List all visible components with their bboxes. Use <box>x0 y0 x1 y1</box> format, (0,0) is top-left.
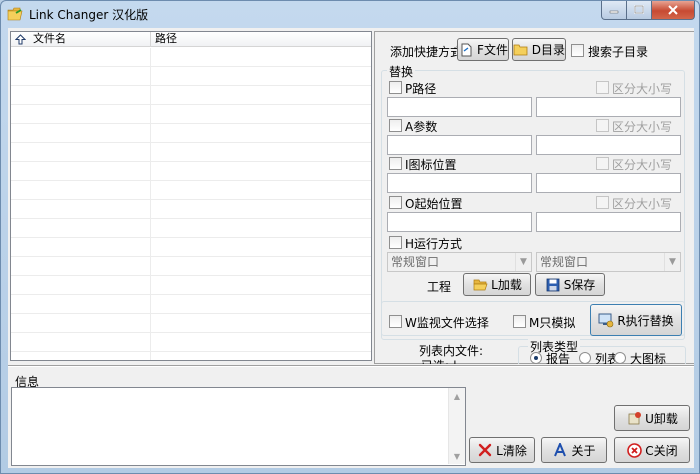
red-circle-x-icon <box>626 442 642 458</box>
run-mode-to-select[interactable]: 常规窗口 ▼ <box>536 252 681 272</box>
save-project-label: S保存 <box>563 278 596 292</box>
maximize-icon <box>634 5 644 14</box>
file-icon <box>458 42 474 58</box>
chevron-down-icon: ▼ <box>515 253 531 271</box>
app-folder-icon <box>7 7 23 21</box>
about-a-icon <box>552 442 568 458</box>
window-title: Link Changer 汉化版 <box>29 8 149 22</box>
add-shortcut-label: 添加快捷方式 <box>390 45 463 59</box>
start-location-case-checkbox[interactable] <box>596 196 609 209</box>
close-button[interactable]: C关闭 <box>614 437 690 463</box>
list-body[interactable] <box>11 48 371 360</box>
project-label: 工程 <box>427 280 452 294</box>
radio-list[interactable] <box>579 352 591 364</box>
red-x-icon <box>477 442 493 458</box>
close-label: C关闭 <box>645 443 678 458</box>
load-project-button[interactable]: L加载 <box>463 273 531 296</box>
info-scrollbar[interactable]: ▲ ▼ <box>448 388 465 464</box>
icon-location-label: I图标位置 <box>405 158 457 172</box>
args-replace-input[interactable] <box>536 135 681 155</box>
minimize-button[interactable] <box>601 1 627 20</box>
column-header-path[interactable]: 路径 <box>151 32 371 47</box>
run-mode-checkbox[interactable] <box>389 236 402 249</box>
search-subdirs-label: 搜索子目录 <box>588 45 649 59</box>
separator <box>8 365 694 367</box>
monitor-selection-checkbox[interactable] <box>389 315 402 328</box>
add-file-button[interactable]: F文件 <box>457 38 509 61</box>
sort-up-arrow-icon[interactable] <box>11 32 29 47</box>
search-subdirs-checkbox[interactable] <box>571 44 584 57</box>
icon-location-replace-input[interactable] <box>536 173 681 193</box>
clear-button[interactable]: L清除 <box>469 437 535 463</box>
path-find-input[interactable] <box>387 97 532 117</box>
args-checkbox[interactable] <box>389 119 402 132</box>
path-label: P路径 <box>405 82 437 96</box>
add-file-label: F文件 <box>477 43 508 57</box>
scroll-up-arrow-icon[interactable]: ▲ <box>449 388 465 404</box>
floppy-disk-icon <box>545 277 561 293</box>
monitor-execute-icon <box>598 312 614 328</box>
title-bar[interactable]: Link Changer 汉化版 <box>1 1 699 28</box>
close-icon <box>668 5 678 15</box>
replace-group-title: 替换 <box>387 63 416 80</box>
chevron-down-icon: ▼ <box>664 253 680 271</box>
radio-report[interactable] <box>530 352 542 364</box>
column-header-filename[interactable]: 文件名 <box>29 32 151 47</box>
start-location-find-input[interactable] <box>387 212 532 232</box>
list-header: 文件名 路径 <box>11 32 371 47</box>
close-window-button[interactable] <box>651 1 695 20</box>
scroll-down-arrow-icon[interactable]: ▼ <box>449 448 465 464</box>
start-location-label: O起始位置 <box>405 197 463 211</box>
icon-location-case-checkbox[interactable] <box>596 157 609 170</box>
execute-replace-button[interactable]: R执行替换 <box>590 304 682 336</box>
about-button[interactable]: 关于 <box>541 437 607 463</box>
args-label: A参数 <box>405 120 438 134</box>
save-project-button[interactable]: S保存 <box>535 273 605 296</box>
args-case-checkbox[interactable] <box>596 119 609 132</box>
run-mode-label: H运行方式 <box>405 237 463 251</box>
path-replace-input[interactable] <box>536 97 681 117</box>
uninstall-button[interactable]: U卸载 <box>614 405 690 431</box>
load-project-label: L加载 <box>491 278 522 292</box>
open-folder-icon <box>472 277 488 293</box>
add-directory-button[interactable]: D目录 <box>512 38 566 61</box>
radio-large-icon[interactable] <box>614 352 626 364</box>
run-mode-to-value: 常规窗口 <box>540 255 589 269</box>
start-location-checkbox[interactable] <box>389 196 402 209</box>
path-checkbox[interactable] <box>389 81 402 94</box>
about-label: 关于 <box>571 443 596 458</box>
minimize-icon <box>609 10 619 14</box>
run-mode-from-value: 常规窗口 <box>391 255 440 269</box>
icon-location-case-label: 区分大小写 <box>612 158 673 172</box>
args-find-input[interactable] <box>387 135 532 155</box>
run-mode-from-select[interactable]: 常规窗口 ▼ <box>387 252 532 272</box>
add-directory-label: D目录 <box>531 43 565 57</box>
args-case-label: 区分大小写 <box>612 120 673 134</box>
simulate-only-checkbox[interactable] <box>513 315 526 328</box>
icon-location-find-input[interactable] <box>387 173 532 193</box>
main-window: Link Changer 汉化版 文件名 路径 添加快捷方式 : F文件 D目录… <box>0 0 700 474</box>
path-case-checkbox[interactable] <box>596 81 609 94</box>
file-list[interactable]: 文件名 路径 <box>10 31 372 361</box>
uninstall-label: U卸载 <box>645 411 678 426</box>
icon-location-checkbox[interactable] <box>389 157 402 170</box>
info-textarea[interactable]: ▲ ▼ <box>11 387 466 466</box>
start-location-case-label: 区分大小写 <box>612 197 673 211</box>
simulate-only-label: M只模拟 <box>529 316 576 330</box>
clear-label: L清除 <box>496 443 527 458</box>
execute-replace-label: R执行替换 <box>617 313 674 328</box>
start-location-replace-input[interactable] <box>536 212 681 232</box>
monitor-selection-label: W监视文件选择 <box>405 316 489 330</box>
folder-icon <box>513 42 529 58</box>
path-case-label: 区分大小写 <box>612 82 673 96</box>
maximize-button[interactable] <box>626 1 652 20</box>
uninstall-icon <box>626 410 642 426</box>
